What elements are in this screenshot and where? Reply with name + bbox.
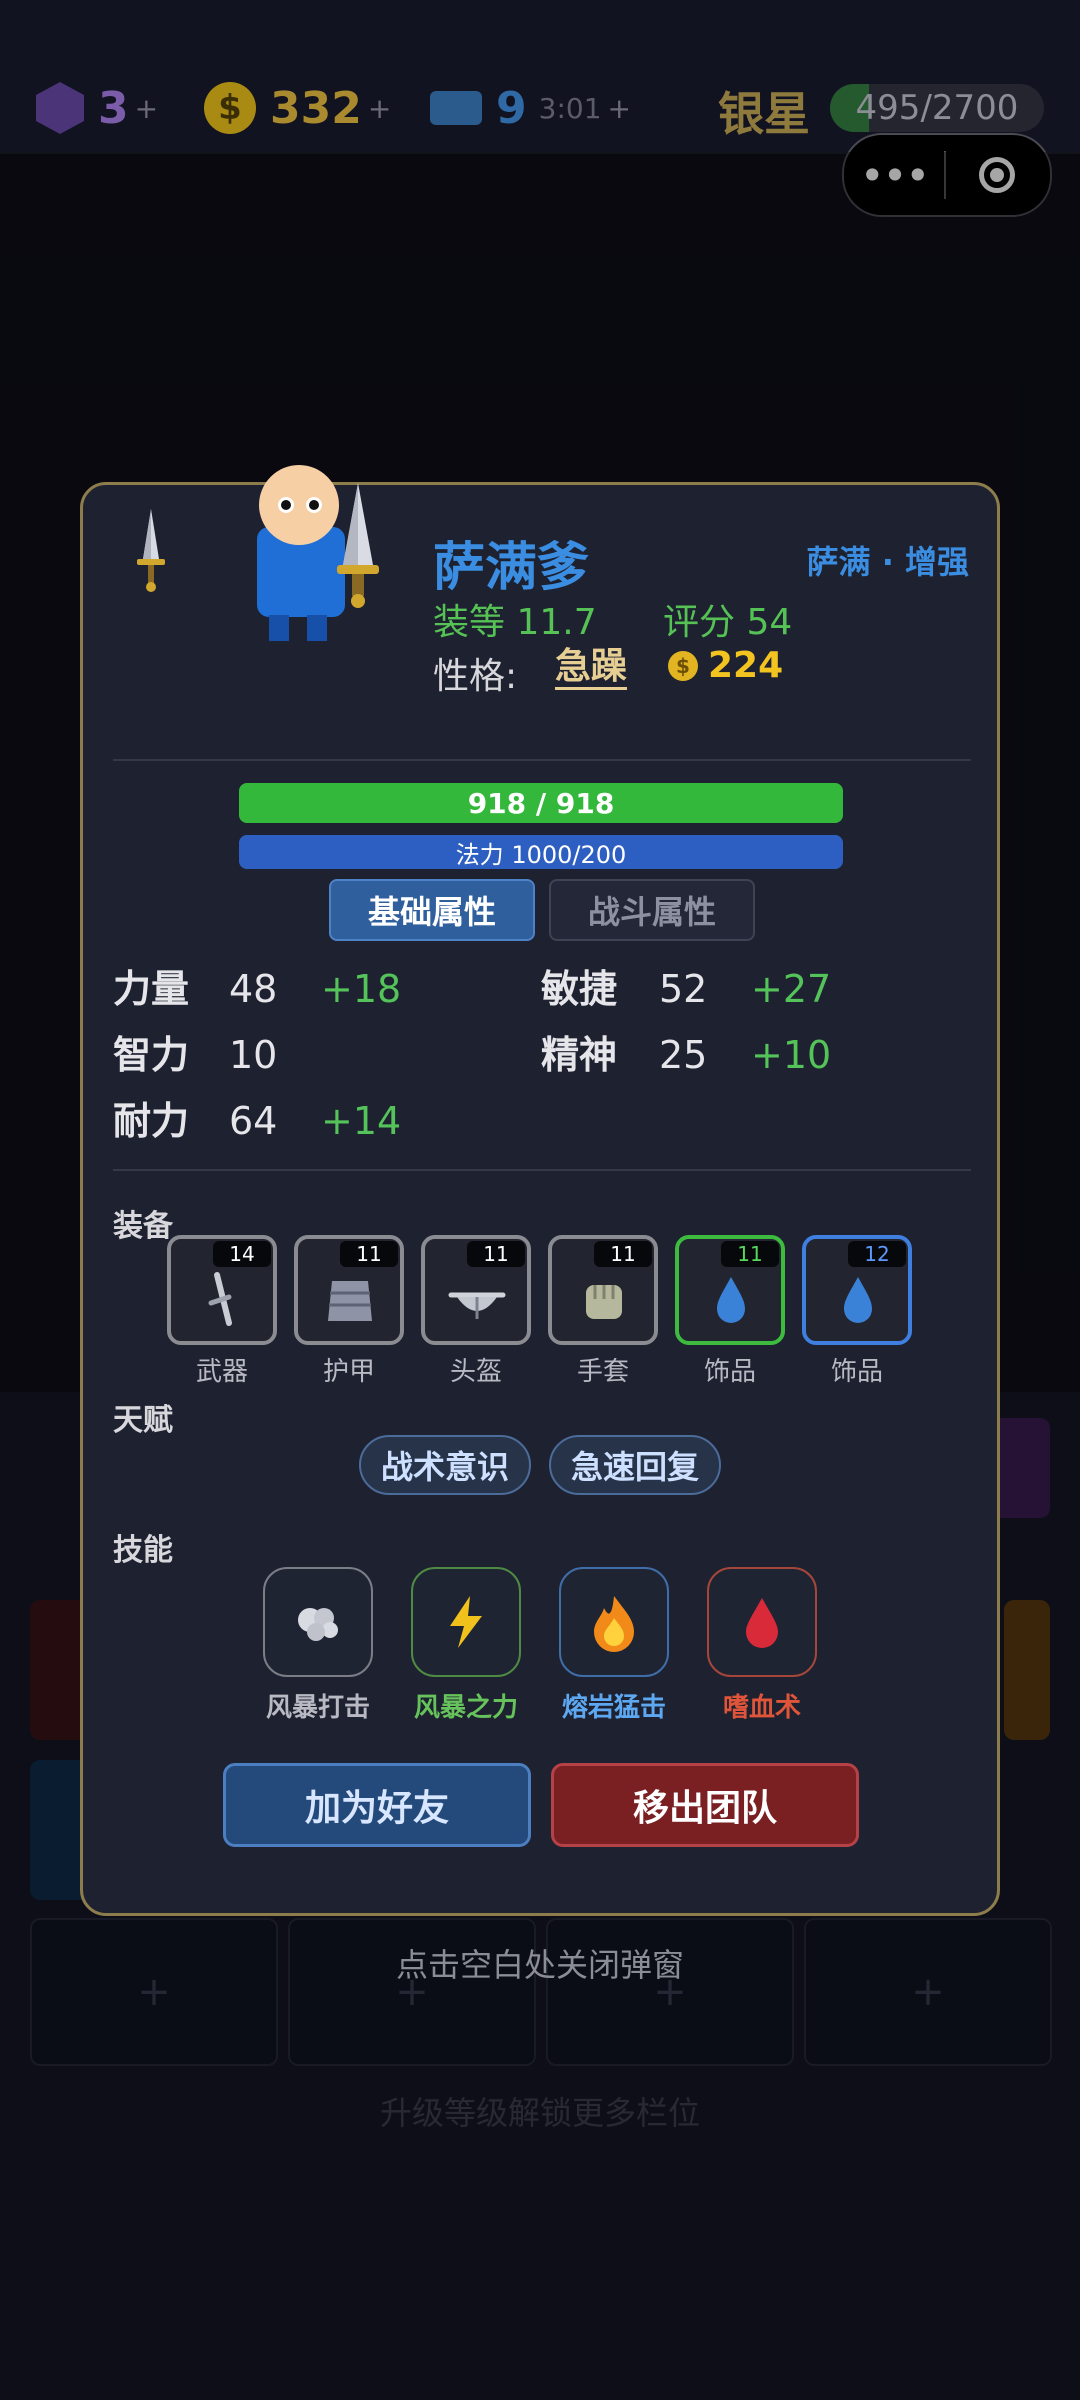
health-text: 918 / 918 xyxy=(467,786,615,820)
tab-combat-attributes[interactable]: 战斗属性 xyxy=(549,879,755,941)
gold-counter[interactable]: $ 332 + xyxy=(204,80,391,136)
gem-icon xyxy=(36,82,84,134)
xp-bar: 495/2700 xyxy=(830,84,1044,132)
stat-spirit-value: 25 xyxy=(659,1033,708,1077)
mana-bar: 法力 1000/200 xyxy=(239,835,843,869)
hero-name: 萨满爹 xyxy=(433,538,590,598)
stat-intellect-value: 10 xyxy=(229,1033,278,1077)
skill-name-storm-strike: 风暴打击 xyxy=(265,1693,370,1723)
skill-name-storm-power: 风暴之力 xyxy=(413,1693,518,1723)
ticket-icon xyxy=(430,91,482,125)
lightning-icon xyxy=(450,1596,482,1648)
top-status-bar: 3 + $ 332 + 9 3:01 + 银星 495/2700 xyxy=(0,0,1080,154)
stat-agility-bonus: +27 xyxy=(751,967,832,1011)
gem-counter[interactable]: 3 + xyxy=(36,80,158,136)
armor-icon xyxy=(328,1281,372,1321)
sword-icon xyxy=(208,1272,232,1326)
close-hint: 点击空白处关闭弹窗 xyxy=(395,1946,684,1984)
glove-icon xyxy=(586,1285,622,1319)
equip-label-armor: 护甲 xyxy=(322,1357,375,1387)
gear-level: 装等 11.7 xyxy=(433,602,597,643)
ticket-timer: 3:01 xyxy=(538,91,602,125)
stat-stamina-value: 64 xyxy=(229,1099,278,1143)
stat-agility-value: 52 xyxy=(659,967,708,1011)
stat-spirit-name: 精神 xyxy=(541,1033,618,1077)
ticket-counter[interactable]: 9 3:01 + xyxy=(430,80,631,136)
stat-stamina-bonus: +14 xyxy=(321,1099,402,1143)
rank-label: 银星 xyxy=(718,87,810,141)
equip-slot-helmet[interactable]: 11 xyxy=(421,1235,531,1345)
tab-basic-attributes[interactable]: 基础属性 xyxy=(329,879,535,941)
equip-slot-gloves[interactable]: 11 xyxy=(548,1235,658,1345)
skill-name-bloodlust: 嗜血术 xyxy=(722,1693,801,1723)
blood-drop-icon xyxy=(746,1598,778,1648)
equip-label-gloves: 手套 xyxy=(576,1357,629,1387)
ticket-plus: + xyxy=(607,91,631,125)
gold-plus: + xyxy=(367,91,392,125)
health-bar: 918 / 918 xyxy=(239,783,843,823)
xp-text: 495/2700 xyxy=(855,88,1019,128)
equip-level-badge: 12 xyxy=(848,1241,906,1267)
gem-plus: + xyxy=(134,91,159,125)
cloud-icon xyxy=(298,1608,338,1641)
talent-rapid-recovery[interactable]: 急速回复 xyxy=(549,1435,721,1495)
equip-level-badge: 11 xyxy=(594,1241,652,1267)
equip-slot-armor[interactable]: 11 xyxy=(294,1235,404,1345)
helmet-icon xyxy=(448,1292,506,1319)
mana-text: 法力 1000/200 xyxy=(455,840,627,869)
stat-strength-value: 48 xyxy=(229,967,278,1011)
divider xyxy=(113,759,971,761)
ticket-count: 9 xyxy=(496,82,527,134)
hero-spec: 萨满 · 增强 xyxy=(806,543,969,581)
hero-gold: 224 xyxy=(708,645,784,686)
coin-icon: $ xyxy=(668,651,698,681)
divider xyxy=(113,1169,971,1171)
skill-lava-lash[interactable] xyxy=(559,1567,669,1677)
fire-icon xyxy=(594,1596,634,1652)
remove-from-team-button[interactable]: 移出团队 xyxy=(551,1763,859,1847)
equip-slot-trinket-1[interactable]: 11 xyxy=(675,1235,785,1345)
stat-spirit-bonus: +10 xyxy=(751,1033,832,1077)
equip-label-trinket-2: 饰品 xyxy=(830,1357,883,1387)
temper-label: 性格: xyxy=(433,656,518,697)
equip-label-helmet: 头盔 xyxy=(449,1357,502,1387)
skill-storm-power[interactable] xyxy=(411,1567,521,1677)
talent-section-label: 天赋 xyxy=(113,1403,173,1438)
coin-icon: $ xyxy=(204,82,256,134)
gold-count: 332 xyxy=(270,82,362,134)
skill-bloodlust[interactable] xyxy=(707,1567,817,1677)
stat-stamina-name: 耐力 xyxy=(113,1099,190,1143)
water-drop-icon xyxy=(717,1277,745,1323)
equip-label-weapon: 武器 xyxy=(195,1357,248,1387)
hero-score: 评分 54 xyxy=(663,602,793,643)
gem-count: 3 xyxy=(98,82,129,134)
water-drop-icon xyxy=(844,1277,872,1323)
equip-level-badge: 11 xyxy=(721,1241,779,1267)
equip-slot-trinket-2[interactable]: 12 xyxy=(802,1235,912,1345)
equip-level-badge: 11 xyxy=(340,1241,398,1267)
skill-storm-strike[interactable] xyxy=(263,1567,373,1677)
add-friend-button[interactable]: 加为好友 xyxy=(223,1763,531,1847)
character-detail-modal: 萨满爹 萨满 · 增强 装等 11.7 评分 54 性格: 急躁 $ 224 9… xyxy=(80,465,1000,1916)
skills-section-label: 技能 xyxy=(113,1533,173,1568)
equip-level-badge: 14 xyxy=(213,1241,271,1267)
stat-agility-name: 敏捷 xyxy=(541,967,618,1011)
stat-strength-name: 力量 xyxy=(113,967,190,1011)
skill-name-lava-lash: 熔岩猛击 xyxy=(561,1693,666,1723)
equipment-section-label: 装备 xyxy=(113,1209,173,1244)
talent-tactical-awareness[interactable]: 战术意识 xyxy=(359,1435,531,1495)
stat-strength-bonus: +18 xyxy=(321,967,402,1011)
equip-level-badge: 11 xyxy=(467,1241,525,1267)
equip-slot-weapon[interactable]: 14 xyxy=(167,1235,277,1345)
stat-intellect-name: 智力 xyxy=(113,1033,190,1077)
dagger-icon xyxy=(137,509,165,592)
equip-label-trinket-1: 饰品 xyxy=(703,1357,756,1387)
hero-portrait xyxy=(257,465,379,641)
temper-value[interactable]: 急躁 xyxy=(555,647,628,690)
